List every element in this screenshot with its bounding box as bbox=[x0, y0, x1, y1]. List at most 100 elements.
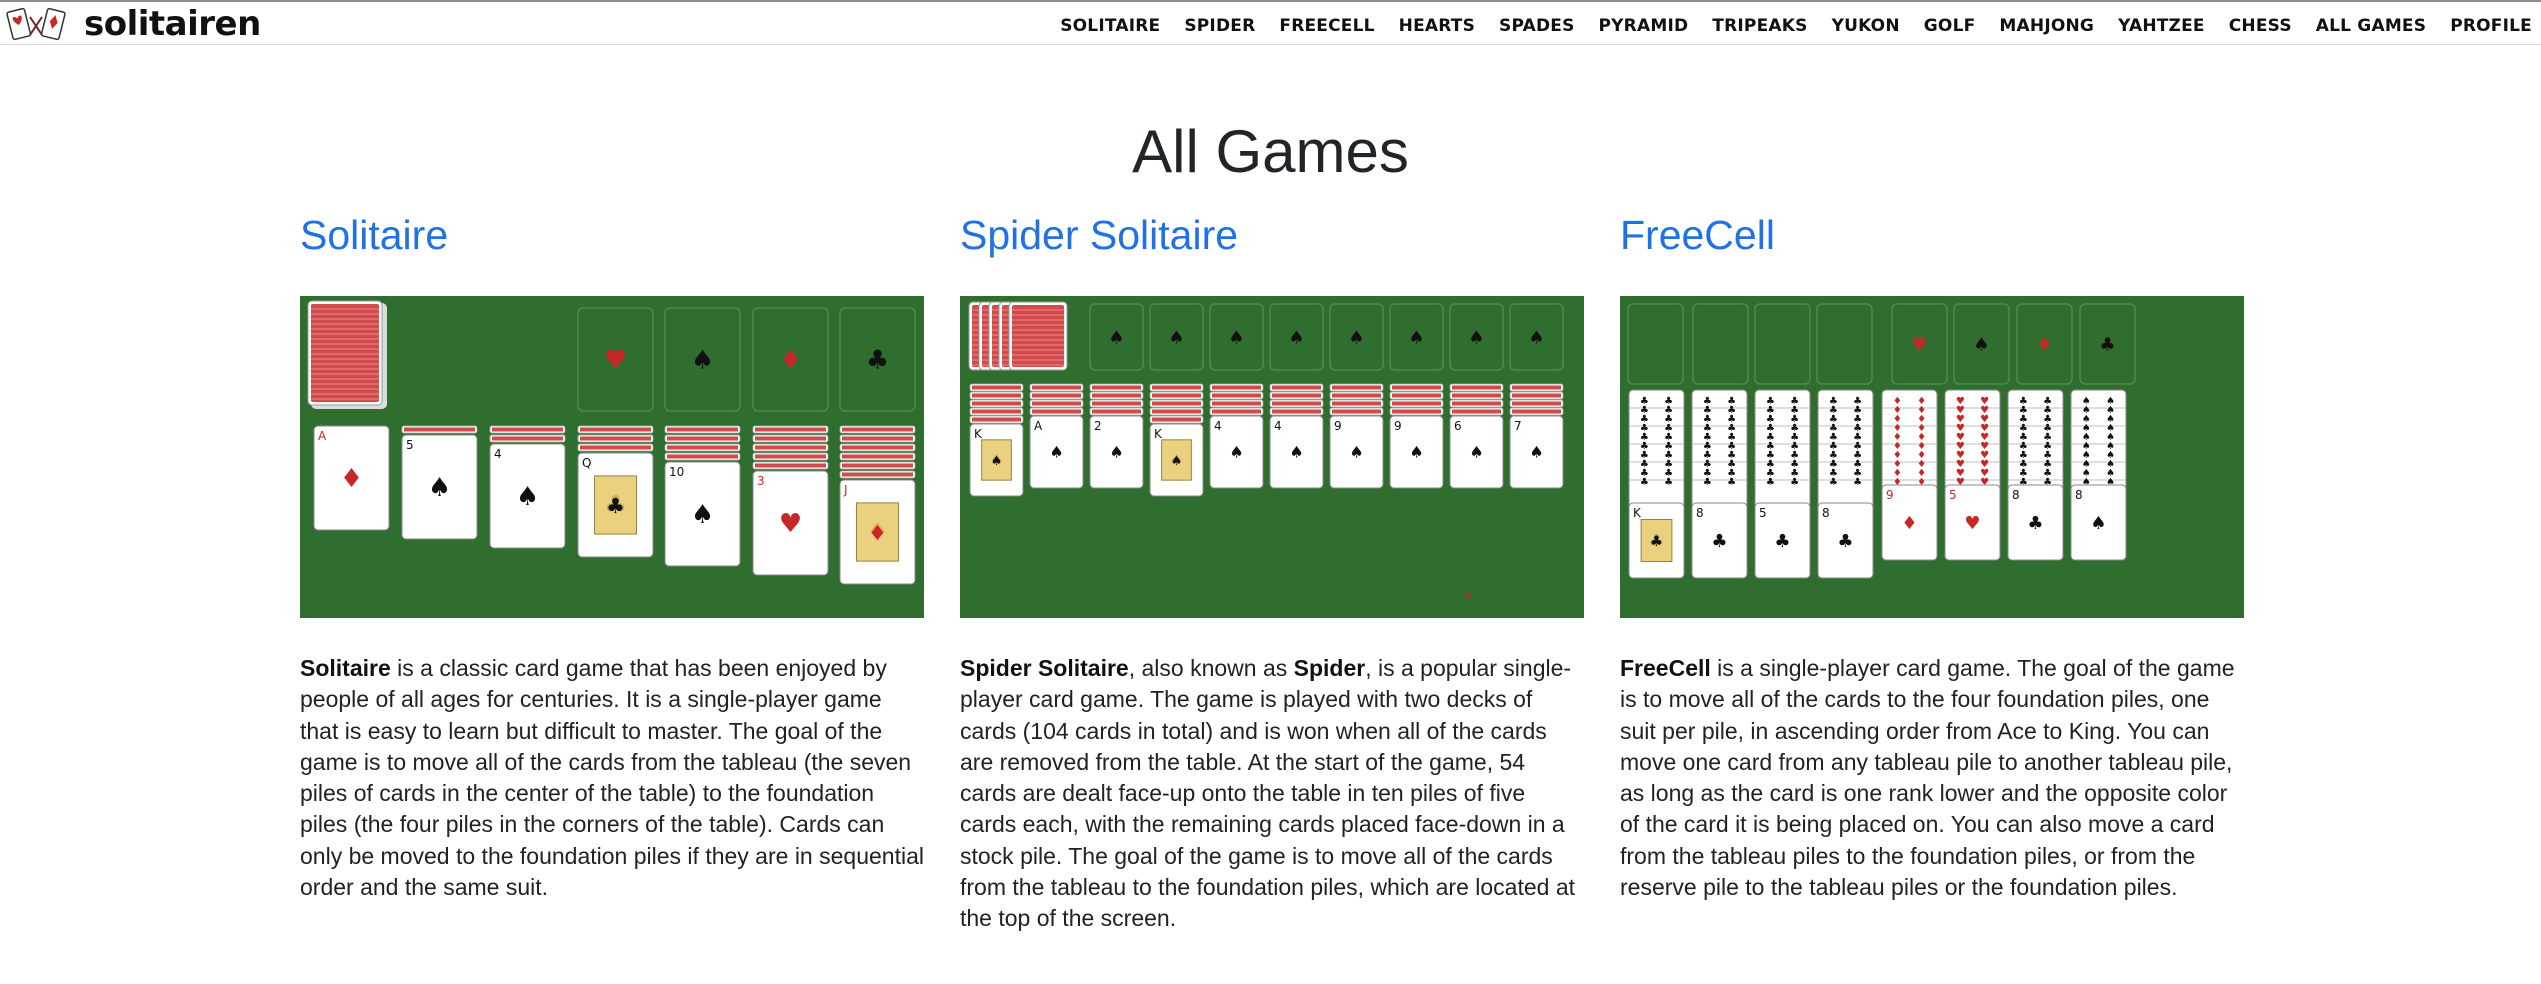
spade-icon: ♠ bbox=[1168, 327, 1184, 348]
card-rank: 9 bbox=[1886, 488, 1894, 502]
card-rank: 7 bbox=[1514, 419, 1522, 433]
card-rank: 4 bbox=[1274, 419, 1282, 433]
card-rank: 8 bbox=[2075, 488, 2083, 502]
card-rank: 8 bbox=[1696, 506, 1704, 520]
card-rank: K bbox=[1154, 427, 1163, 441]
spade-icon: ♠ bbox=[1529, 443, 1543, 462]
game-title-freecell[interactable]: FreeCell bbox=[1620, 203, 2244, 267]
game-desc-solitaire: Solitaire is a classic card game that ha… bbox=[300, 653, 924, 903]
top-navbar: solitairen SOLITAIRE SPIDER FREECELL HEA… bbox=[0, 0, 2541, 45]
nav-chess[interactable]: CHESS bbox=[2229, 14, 2292, 38]
stacked-card-back bbox=[972, 401, 1021, 406]
club-icon: ♣ bbox=[606, 494, 625, 518]
nav-yahtzee[interactable]: YAHTZEE bbox=[2118, 14, 2205, 38]
stacked-card-back bbox=[842, 427, 913, 432]
spade-icon: ♠ bbox=[1973, 334, 1989, 355]
nav-mahjong[interactable]: MAHJONG bbox=[1999, 14, 2094, 38]
card-rank: 4 bbox=[1214, 419, 1222, 433]
stacked-card-back bbox=[492, 427, 563, 432]
stacked-card-back bbox=[1032, 409, 1081, 414]
club-icon: ♣ bbox=[1837, 531, 1853, 552]
stacked-card-back bbox=[1152, 385, 1201, 390]
solitaire-preview-image[interactable]: ♥♠♦♣A♦5♠4♠Q♣♣10♠3♥J♦♦ bbox=[300, 296, 924, 618]
stacked-card-back bbox=[580, 427, 651, 432]
nav-solitaire[interactable]: SOLITAIRE bbox=[1060, 14, 1160, 38]
spade-icon: ♠ bbox=[1468, 327, 1484, 348]
card-pip: ♣ bbox=[1766, 477, 1775, 488]
stacked-card-back bbox=[1452, 409, 1501, 414]
game-title-solitaire[interactable]: Solitaire bbox=[300, 203, 924, 267]
spade-icon: ♠ bbox=[1348, 327, 1364, 348]
nav-tripeaks[interactable]: TRIPEAKS bbox=[1712, 14, 1807, 38]
nav-profile[interactable]: PROFILE bbox=[2450, 14, 2532, 38]
stacked-card-back bbox=[1212, 385, 1261, 390]
desc-bold-term: Spider bbox=[1293, 655, 1366, 681]
club-icon: ♣ bbox=[1650, 534, 1663, 550]
desc-text: is a single-player card game. The goal o… bbox=[1620, 655, 2235, 901]
stacked-card-back bbox=[972, 385, 1021, 390]
stacked-card-back bbox=[580, 436, 651, 441]
stacked-card-back bbox=[842, 436, 913, 441]
desc-text: , also known as bbox=[1128, 655, 1294, 681]
card-rank: Q bbox=[582, 456, 591, 470]
game-title-spider[interactable]: Spider Solitaire bbox=[960, 203, 1584, 267]
diamond-icon: ♦ bbox=[868, 521, 887, 545]
nav-freecell[interactable]: FREECELL bbox=[1279, 14, 1374, 38]
diamond-icon: ♦ bbox=[779, 346, 802, 376]
stacked-card-back bbox=[755, 427, 826, 432]
nav-pyramid[interactable]: PYRAMID bbox=[1599, 14, 1689, 38]
nav-hearts[interactable]: HEARTS bbox=[1399, 14, 1475, 38]
stacked-card-back bbox=[1512, 385, 1561, 390]
empty-pile-slot bbox=[1816, 303, 1873, 385]
freecell-preview-image[interactable]: ♥ ♠ ♦ ♣ ♣ ♣ ♣ ♣ ♣ ♣ ♣ ♣ ♣ ♣ ♣ ♣ ♣ ♣ ♣ ♣ ♣ ♣ ♣ ♣ K ♣ ♣ ♣ ♣ ♣ ♣ ♣ ♣ ♣ ♣ ♣ ♣ ♣ ♣ ♣… bbox=[1620, 296, 2244, 618]
stacked-card-back bbox=[1332, 409, 1381, 414]
spade-icon: ♠ bbox=[1171, 454, 1182, 469]
nav-all-games[interactable]: ALL GAMES bbox=[2316, 14, 2426, 38]
stacked-card-back bbox=[1152, 417, 1201, 422]
stacked-card-back bbox=[1092, 385, 1141, 390]
desc-text: is a classic card game that has been enj… bbox=[300, 655, 924, 901]
card-rank: A bbox=[318, 429, 327, 443]
nav-yukon[interactable]: YUKON bbox=[1832, 14, 1900, 38]
brand-name: solitairen bbox=[84, 4, 261, 44]
game-card-freecell: FreeCell ♥ ♠ ♦ ♣ ♣ ♣ ♣ ♣ ♣ ♣ ♣ ♣ ♣ ♣ ♣ ♣ ♣ ♣ ♣ ♣ ♣ ♣ ♣ ♣ K ♣ ♣ ♣ ♣ ♣ ♣… bbox=[1620, 203, 2244, 903]
desc-bold-term: Solitaire bbox=[300, 655, 391, 681]
stacked-card-back bbox=[1452, 393, 1501, 398]
spade-icon: ♠ bbox=[1109, 443, 1123, 462]
stacked-card-back bbox=[1512, 409, 1561, 414]
card-rank: 5 bbox=[1949, 488, 1957, 502]
nav-golf[interactable]: GOLF bbox=[1924, 14, 1976, 38]
desc-bold-term: FreeCell bbox=[1620, 655, 1711, 681]
stacked-card-back bbox=[667, 436, 738, 441]
stacked-card-back bbox=[842, 454, 913, 459]
logo-icon bbox=[6, 7, 66, 41]
card-rank: 10 bbox=[669, 465, 684, 479]
diamond-icon: ♦ bbox=[1901, 513, 1917, 534]
nav-spades[interactable]: SPADES bbox=[1499, 14, 1574, 38]
spade-icon: ♠ bbox=[1289, 443, 1303, 462]
stacked-card-back bbox=[667, 454, 738, 459]
spider-preview-image[interactable]: ♠♠♠♠♠♠♠♠K♠♠A♠2♠K♠♠4♠4♠9♠9♠6♠7♠♦ bbox=[960, 296, 1584, 618]
game-card-spider: Spider Solitaire ♠ ♠ ♠ ♠ ♠ ♠ ♠ ♠ K ♠ ♠ A ♠ 2 ♠ K ♠ ♠ 4 ♠ 4 ♠ 9… bbox=[960, 203, 1584, 935]
stacked-card-back bbox=[755, 436, 826, 441]
spade-icon: ♠ bbox=[1049, 443, 1063, 462]
desc-bold-term: Spider Solitaire bbox=[960, 655, 1129, 681]
card-rank: 8 bbox=[2012, 488, 2020, 502]
card-rank: 5 bbox=[1759, 506, 1767, 520]
stacked-card-back bbox=[1392, 385, 1441, 390]
spade-icon: ♠ bbox=[1469, 443, 1483, 462]
card-pip: ♣ bbox=[1790, 477, 1799, 488]
diamond-icon: ♦ bbox=[1464, 592, 1472, 602]
club-icon: ♣ bbox=[1711, 531, 1727, 552]
card-pip: ♣ bbox=[1727, 477, 1736, 488]
stacked-card-back bbox=[1092, 393, 1141, 398]
stacked-card-back bbox=[972, 393, 1021, 398]
card-rank: K bbox=[974, 427, 983, 441]
spade-icon: ♠ bbox=[1229, 443, 1243, 462]
stacked-card-back bbox=[1272, 401, 1321, 406]
card-rank: 9 bbox=[1394, 419, 1402, 433]
stacked-card-back bbox=[755, 445, 826, 450]
brand-home-link[interactable]: solitairen bbox=[6, 4, 261, 44]
game-card-solitaire: Solitaire ♥♠♦♣A♦5♠4♠Q♣♣10♠3♥J♦♦ Solitair… bbox=[300, 203, 924, 903]
nav-spider[interactable]: SPIDER bbox=[1184, 14, 1255, 38]
